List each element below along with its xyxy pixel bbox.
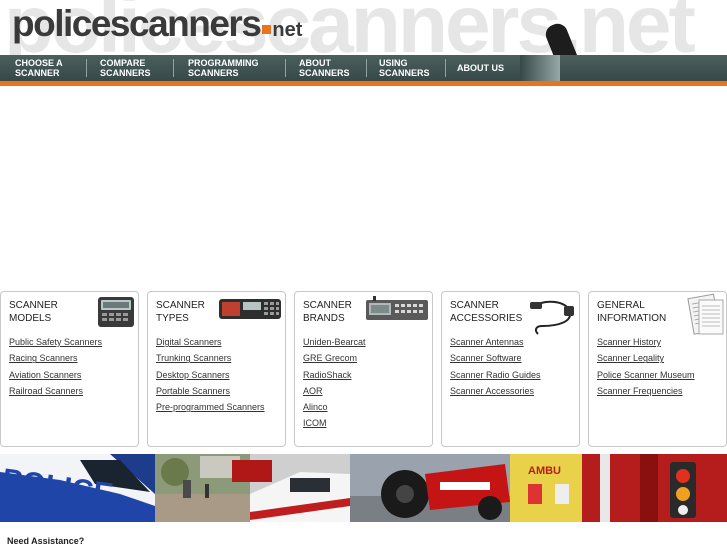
nav-separator — [86, 59, 87, 77]
category-title: SCANNER BRANDS — [303, 300, 352, 324]
emergency-services-banner: POLICE AMBU — [0, 454, 727, 522]
link-uniden-bearcat[interactable]: Uniden-Bearcat — [303, 334, 366, 350]
link-scanner-accessories[interactable]: Scanner Accessories — [450, 383, 541, 399]
logo-name: policescanners — [12, 3, 262, 44]
nav-about-us[interactable]: ABOUT US — [457, 55, 504, 81]
link-portable-scanners[interactable]: Portable Scanners — [156, 383, 265, 399]
category-link-list: Uniden-Bearcat GRE Grecom RadioShack AOR… — [303, 334, 366, 432]
banner-photo-collage: POLICE AMBU — [0, 454, 727, 522]
link-digital-scanners[interactable]: Digital Scanners — [156, 334, 265, 350]
link-icom[interactable]: ICOM — [303, 415, 366, 431]
nav-separator — [173, 59, 174, 77]
link-gre-grecom[interactable]: GRE Grecom — [303, 350, 366, 366]
category-box-scanner-accessories: SCANNER ACCESSORIES Scanner Antennas Sca… — [441, 291, 580, 447]
link-scanner-history[interactable]: Scanner History — [597, 334, 695, 350]
nav-about-scanners[interactable]: ABOUT SCANNERS — [299, 55, 350, 81]
link-scanner-legality[interactable]: Scanner Legality — [597, 350, 695, 366]
nav-programming-scanners[interactable]: PROGRAMMING SCANNERS — [188, 55, 259, 81]
category-link-list: Digital Scanners Trunking Scanners Deskt… — [156, 334, 265, 415]
category-title: SCANNER ACCESSORIES — [450, 300, 523, 324]
link-desktop-scanners[interactable]: Desktop Scanners — [156, 367, 265, 383]
link-public-safety-scanners[interactable]: Public Safety Scanners — [9, 334, 102, 350]
documents-icon — [687, 293, 724, 335]
link-police-scanner-museum[interactable]: Police Scanner Museum — [597, 367, 695, 383]
link-railroad-scanners[interactable]: Railroad Scanners — [9, 383, 102, 399]
base-scanner-icon — [366, 296, 428, 320]
nav-separator — [445, 59, 446, 77]
link-alinco[interactable]: Alinco — [303, 399, 366, 415]
logo-tld: net — [272, 19, 303, 41]
site-logo[interactable]: policescanners net — [12, 2, 302, 52]
category-box-scanner-models: SCANNER MODELS Public Safety Scanners Ra… — [0, 291, 139, 447]
category-link-list: Scanner Antennas Scanner Software Scanne… — [450, 334, 541, 399]
handheld-scanner-icon — [98, 297, 134, 327]
link-preprogrammed-scanners[interactable]: Pre-programmed Scanners — [156, 399, 265, 415]
nav-separator — [285, 59, 286, 77]
link-racing-scanners[interactable]: Racing Scanners — [9, 350, 102, 366]
link-scanner-software[interactable]: Scanner Software — [450, 350, 541, 366]
category-box-scanner-types: SCANNER TYPES Digital Scanners Trunking … — [147, 291, 286, 447]
link-aviation-scanners[interactable]: Aviation Scanners — [9, 367, 102, 383]
nav-choose-a-scanner[interactable]: CHOOSE A SCANNER — [15, 55, 63, 81]
power-cable-icon — [530, 300, 574, 335]
link-trunking-scanners[interactable]: Trunking Scanners — [156, 350, 265, 366]
category-link-list: Public Safety Scanners Racing Scanners A… — [9, 334, 102, 399]
nav-using-scanners[interactable]: USING SCANNERS — [379, 55, 430, 81]
link-aor[interactable]: AOR — [303, 383, 366, 399]
category-title: GENERAL INFORMATION — [597, 300, 667, 324]
category-title: SCANNER MODELS — [9, 300, 58, 324]
category-box-scanner-brands: SCANNER BRANDS Uniden-Bearcat GRE Grecom… — [294, 291, 433, 447]
category-link-list: Scanner History Scanner Legality Police … — [597, 334, 695, 399]
category-title: SCANNER TYPES — [156, 300, 205, 324]
link-scanner-frequencies[interactable]: Scanner Frequencies — [597, 383, 695, 399]
nav-fade — [520, 55, 560, 81]
nav-separator — [366, 59, 367, 77]
nav-accent-stripe — [0, 81, 727, 86]
link-radioshack[interactable]: RadioShack — [303, 367, 366, 383]
desktop-scanner-icon — [219, 299, 281, 319]
main-nav: CHOOSE A SCANNER COMPARE SCANNERS PROGRA… — [0, 55, 727, 81]
logo-dot — [262, 25, 272, 34]
link-scanner-antennas[interactable]: Scanner Antennas — [450, 334, 541, 350]
nav-compare-scanners[interactable]: COMPARE SCANNERS — [100, 55, 151, 81]
category-box-general-information: GENERAL INFORMATION Scanner History Scan… — [588, 291, 727, 447]
category-boxes: SCANNER MODELS Public Safety Scanners Ra… — [0, 291, 727, 447]
ambulance-text: AMBU — [528, 465, 561, 477]
link-scanner-radio-guides[interactable]: Scanner Radio Guides — [450, 367, 541, 383]
